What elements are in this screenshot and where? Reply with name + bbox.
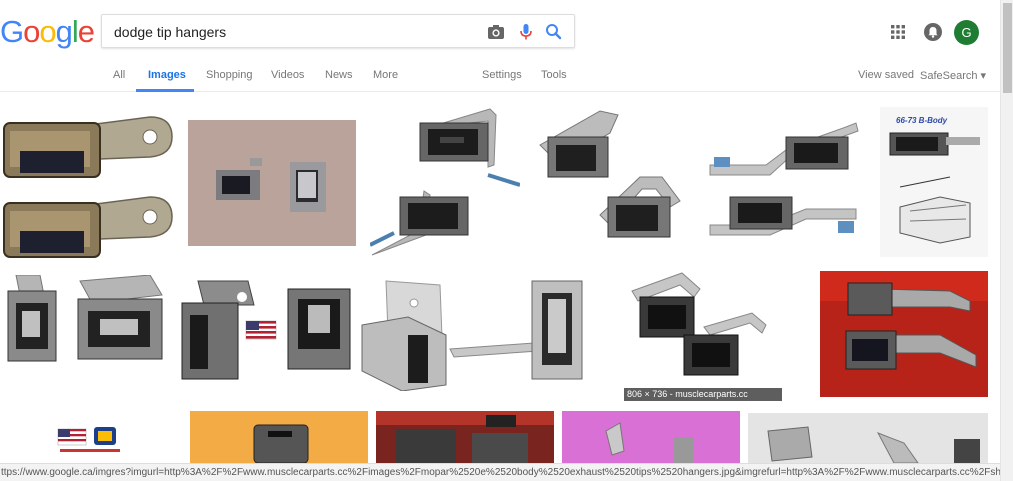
search-box (101, 14, 575, 48)
google-logo[interactable]: Google (0, 14, 95, 50)
scrollbar-thumb[interactable] (1003, 3, 1012, 93)
tab-shopping[interactable]: Shopping (206, 69, 253, 81)
mic-icon[interactable] (516, 22, 536, 42)
image-result[interactable] (562, 411, 740, 463)
search-icon[interactable] (544, 22, 564, 42)
image-result[interactable] (190, 411, 368, 463)
tab-all[interactable]: All (113, 69, 125, 81)
image-result[interactable] (748, 413, 988, 463)
logo-letter: g (55, 14, 73, 49)
image-result[interactable] (0, 275, 172, 385)
search-input[interactable] (114, 21, 474, 43)
logo-letter: o (39, 14, 56, 49)
account-avatar[interactable]: G (954, 20, 979, 45)
status-bar-url: ttps://www.google.ca/imgres?imgurl=http%… (0, 463, 1000, 481)
image-result[interactable] (706, 113, 864, 253)
notifications-icon[interactable] (923, 22, 943, 42)
logo-letter: e (77, 14, 95, 49)
tools-link[interactable]: Tools (541, 69, 567, 81)
camera-icon[interactable] (486, 22, 506, 42)
header: Google G All Images (0, 0, 1013, 92)
image-result[interactable]: 66-73 B-Body (880, 107, 988, 257)
tab-more[interactable]: More (373, 69, 398, 81)
logo-letter: G (0, 14, 24, 49)
tab-images[interactable]: Images (148, 69, 186, 81)
tile3-header-text: 66-73 B-Body (896, 116, 948, 125)
page-scrollbar[interactable] (1000, 0, 1013, 481)
image-results-grid: 66-73 B-Body 806 × 736 - musclecarparts.… (0, 93, 1000, 463)
tab-news[interactable]: News (325, 69, 353, 81)
settings-link[interactable]: Settings (482, 69, 522, 81)
view-saved-link[interactable]: View saved (858, 69, 914, 81)
image-result[interactable] (0, 413, 182, 463)
logo-letter: o (23, 14, 40, 49)
active-tab-indicator (136, 89, 194, 92)
image-result[interactable] (370, 105, 520, 265)
tab-videos[interactable]: Videos (271, 69, 304, 81)
search-tabs: All Images Shopping Videos News More Set… (0, 62, 1000, 92)
image-result[interactable] (820, 271, 988, 397)
image-result[interactable] (0, 103, 180, 265)
image-result[interactable] (530, 105, 690, 255)
image-result[interactable] (358, 275, 588, 391)
apps-grid-icon[interactable] (890, 24, 906, 40)
image-result[interactable] (376, 411, 554, 463)
image-hover-caption: 806 × 736 - musclecarparts.cc (624, 388, 782, 401)
image-result[interactable] (622, 269, 784, 401)
image-result[interactable] (178, 275, 358, 389)
image-result[interactable] (188, 120, 356, 246)
safesearch-dropdown[interactable]: SafeSearch ▾ (920, 69, 986, 82)
